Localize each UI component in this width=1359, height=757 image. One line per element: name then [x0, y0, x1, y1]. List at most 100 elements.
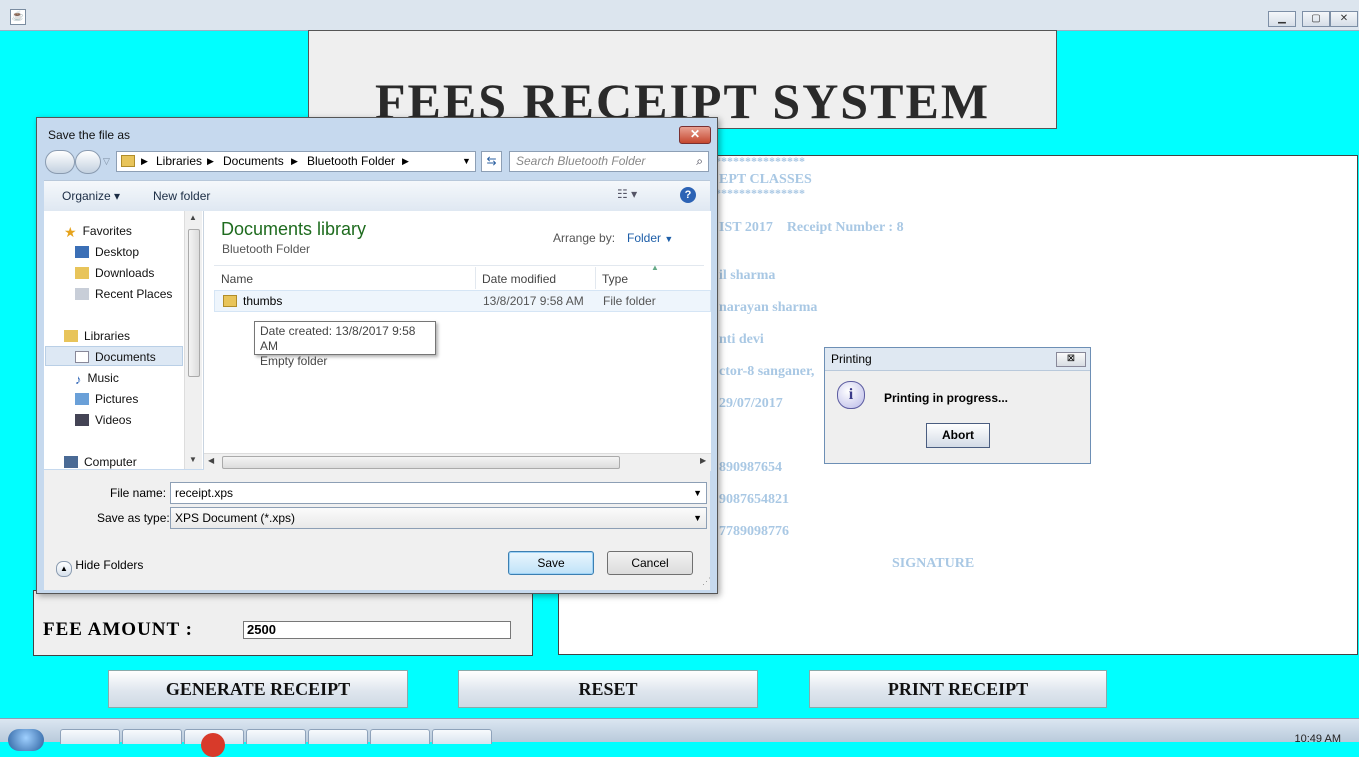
organize-button[interactable]: Organize ▾ [62, 189, 120, 203]
receipt-stars-top: **************** [709, 154, 805, 168]
recent-pages-chevron-icon[interactable]: ▽ [103, 156, 110, 167]
nav-documents[interactable]: Documents [75, 350, 156, 364]
arrange-by-label: Arrange by: [553, 231, 616, 245]
nav-computer[interactable]: Computer [64, 455, 137, 469]
breadcrumb-bluetooth-folder[interactable]: Bluetooth Folder [307, 152, 395, 171]
scroll-down-icon[interactable]: ▼ [189, 455, 197, 464]
folder-icon [121, 155, 135, 167]
app-titlebar: ☕ ▁ ▢ ✕ [0, 0, 1359, 31]
computer-icon [64, 456, 78, 468]
close-window-button[interactable]: ✕ [1330, 11, 1358, 27]
taskbar-item-cmd[interactable] [308, 729, 368, 744]
nav-computer-label: Computer [84, 455, 137, 469]
scroll-left-icon[interactable]: ◀ [208, 456, 214, 465]
receipt-phone-2: 9087654821 [719, 492, 789, 507]
minimize-button[interactable]: ▁ [1268, 11, 1296, 27]
save-dialog-close-button[interactable]: ✕ [679, 126, 711, 144]
nav-libraries[interactable]: Libraries [64, 329, 130, 343]
save-as-type-label: Save as type: [97, 511, 170, 525]
row-type: File folder [603, 294, 656, 308]
nav-videos[interactable]: Videos [75, 413, 131, 427]
printing-close-button[interactable]: ⊠ [1056, 352, 1086, 367]
save-as-type-select[interactable]: XPS Document (*.xps) ▼ [170, 507, 707, 529]
nav-scrollbar[interactable]: ▼ ▲ [184, 211, 202, 469]
info-icon: i [837, 381, 865, 409]
forward-button[interactable] [75, 150, 101, 174]
receipt-stars-bottom: **************** [709, 186, 805, 200]
sort-arrow-icon: ▲ [651, 263, 659, 272]
taskbar-item-browser[interactable] [432, 729, 492, 744]
nav-favorites-label: Favorites [82, 224, 132, 238]
collapse-arrow-icon: ▲ [56, 561, 72, 577]
table-row[interactable]: thumbs 13/8/2017 9:58 AM File folder [214, 290, 711, 312]
nav-recent-places[interactable]: Recent Places [75, 287, 172, 301]
search-input[interactable]: Search Bluetooth Folder ⌕ [509, 151, 709, 172]
receipt-mother-name: nti devi [719, 332, 764, 347]
save-button[interactable]: Save [508, 551, 594, 575]
nav-music[interactable]: ♪ Music [75, 371, 119, 387]
column-date-modified[interactable]: Date modified [482, 272, 556, 286]
breadcrumb-libraries[interactable]: Libraries [156, 152, 202, 171]
taskbar-item-java[interactable] [370, 729, 430, 744]
chevron-down-icon[interactable]: ▼ [693, 508, 702, 528]
hide-folders-button[interactable]: ▲ Hide Folders [56, 558, 143, 577]
nav-pictures-label: Pictures [95, 392, 139, 406]
library-subtitle: Bluetooth Folder [222, 242, 311, 256]
maximize-button[interactable]: ▢ [1302, 11, 1330, 27]
arrange-by-dropdown[interactable]: Folder ▼ [627, 231, 673, 245]
print-receipt-button[interactable]: PRINT RECEIPT [809, 670, 1107, 708]
scroll-right-icon[interactable]: ▶ [700, 456, 706, 465]
search-placeholder: Search Bluetooth Folder [516, 154, 646, 168]
navigation-pane: ★ Favorites Desktop Downloads Recent Plac… [44, 211, 204, 469]
row-name: thumbs [243, 294, 283, 308]
printing-title: Printing [831, 352, 872, 366]
reset-button[interactable]: RESET [458, 670, 758, 708]
save-file-dialog: Save the file as ✕ ▽ ▶ Libraries ▶ Docum… [36, 117, 718, 594]
libraries-icon [64, 330, 78, 342]
receipt-address: ctor-8 sanganer, [719, 364, 815, 379]
column-name[interactable]: Name [221, 272, 253, 286]
nav-desktop-label: Desktop [95, 245, 140, 259]
column-divider [595, 267, 596, 289]
generate-receipt-button[interactable]: GENERATE RECEIPT [108, 670, 408, 708]
fee-amount-input[interactable]: 2500 [243, 621, 511, 639]
breadcrumb-documents[interactable]: Documents [223, 152, 284, 171]
scroll-up-icon[interactable]: ▲ [189, 213, 197, 222]
receipt-student-name: il sharma [719, 268, 776, 283]
taskbar-item-ie[interactable] [122, 729, 182, 744]
address-bar[interactable]: ▶ Libraries ▶ Documents ▶ Bluetooth Fold… [116, 151, 476, 172]
downloads-icon [75, 267, 89, 279]
taskbar-item-media[interactable] [184, 729, 244, 757]
start-button[interactable] [8, 729, 44, 751]
receipt-signature: SIGNATURE [892, 556, 975, 571]
horizontal-scroll-thumb[interactable] [222, 456, 620, 469]
view-options-icon[interactable]: ☷ ▾ [617, 187, 637, 201]
column-type[interactable]: Type [602, 272, 628, 286]
new-folder-button[interactable]: New folder [153, 189, 210, 203]
address-dropdown-icon[interactable]: ▼ [462, 152, 471, 171]
back-button[interactable] [45, 150, 75, 174]
refresh-icon[interactable]: ⇆ [481, 151, 502, 172]
taskbar-item-notepad[interactable] [246, 729, 306, 744]
receipt-phone-3: 7789098776 [719, 524, 789, 539]
save-as-type-value: XPS Document (*.xps) [175, 511, 296, 525]
receipt-date-of-birth: 29/07/2017 [719, 396, 783, 411]
receipt-phone-1: 890987654 [719, 460, 782, 475]
receipt-father-name: narayan sharma [719, 300, 818, 315]
taskbar-item-explorer[interactable] [60, 729, 120, 744]
nav-favorites[interactable]: ★ Favorites [64, 224, 132, 240]
file-name-field[interactable]: receipt.xps ▼ [170, 482, 707, 504]
chevron-down-icon[interactable]: ▼ [693, 483, 702, 503]
resize-grip-icon[interactable]: ⋰ [702, 576, 711, 587]
cancel-button[interactable]: Cancel [607, 551, 693, 575]
nav-scroll-thumb[interactable] [188, 229, 200, 377]
help-icon[interactable]: ? [680, 187, 696, 203]
nav-pictures[interactable]: Pictures [75, 392, 138, 406]
nav-documents-label: Documents [95, 350, 156, 364]
save-options-area: File name: receipt.xps ▼ Save as type: X… [44, 470, 711, 590]
nav-libraries-label: Libraries [84, 329, 131, 343]
abort-button[interactable]: Abort [926, 423, 990, 448]
horizontal-scrollbar[interactable]: ◀ ▶ [204, 453, 711, 471]
nav-downloads[interactable]: Downloads [75, 266, 154, 280]
nav-desktop[interactable]: Desktop [75, 245, 139, 259]
